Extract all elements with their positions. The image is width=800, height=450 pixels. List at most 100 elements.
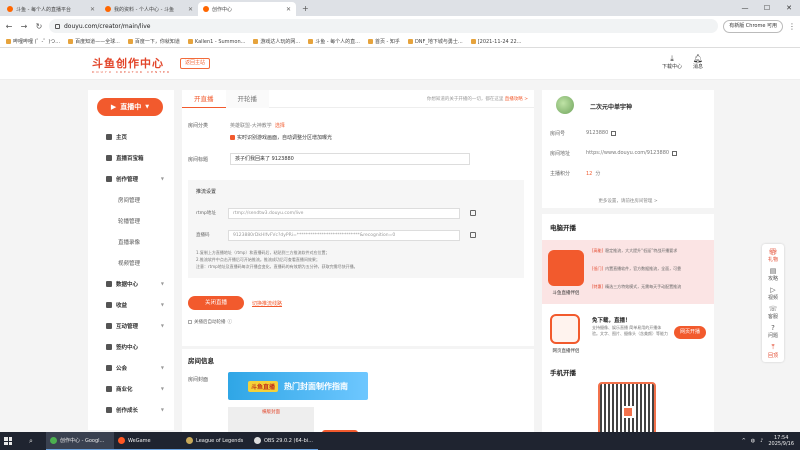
copy-stream-code-icon[interactable]: [470, 232, 476, 238]
bookmarks-bar: 哔哩哔哩 (゜-゜)つ... 百度知道——全球... 百度一下，你就知道 Kallen…: [0, 36, 800, 48]
browser-menu-icon[interactable]: ⋮: [788, 22, 796, 31]
creator-center-logo[interactable]: 斗鱼创作中心 DOUYU CREATOR CENTER: [92, 55, 171, 74]
chevron-down-icon: ▼: [160, 365, 164, 370]
window-controls: — ☐ ✕: [734, 0, 800, 16]
category-value: 英雄联盟-大神教学 选择: [230, 122, 285, 129]
sidebar-item[interactable]: 收益 ▼: [88, 294, 174, 315]
network-icon[interactable]: ◍: [751, 438, 755, 444]
sidebar-item[interactable]: 商业化 ▼: [88, 378, 174, 399]
more-settings-link[interactable]: 更多设置，请前往房间管理 >: [542, 198, 714, 204]
select-category-link[interactable]: 选择: [275, 123, 285, 129]
back-icon[interactable]: ←: [4, 22, 14, 31]
float-bar-label: 攻略: [767, 276, 778, 282]
back-to-main-site-button[interactable]: 返回主站: [180, 58, 211, 69]
live-guide-link[interactable]: 直播攻略 >: [505, 97, 528, 102]
bookmark-item[interactable]: [2021-11-24 22...: [470, 39, 521, 45]
sidebar-item[interactable]: 签约中心: [88, 336, 174, 357]
web-live-heading: 免下载，直播！: [592, 318, 631, 324]
sidebar-item[interactable]: 直播百宝箱: [88, 147, 174, 168]
sidebar-item[interactable]: 直播录像: [88, 231, 174, 252]
sidebar-item[interactable]: 公会 ▼: [88, 357, 174, 378]
maximize-icon[interactable]: ☐: [756, 0, 778, 16]
close-live-button[interactable]: 关闭直播: [188, 296, 244, 310]
sidebar-item[interactable]: 视频管理: [88, 252, 174, 273]
tab-title: 创作中心: [212, 6, 233, 13]
cover-guide-banner[interactable]: 斗鱼直播 热门封面制作指南: [228, 372, 368, 400]
tab-start-rotation[interactable]: 开轮播: [225, 89, 269, 108]
bookmark-item[interactable]: DNF_地下城与勇士...: [407, 38, 463, 45]
close-tab-icon[interactable]: ✕: [90, 6, 95, 13]
tab-start-live[interactable]: 开直播: [182, 90, 226, 108]
close-tab-icon[interactable]: ✕: [286, 6, 291, 13]
taskbar-chrome[interactable]: 创作中心 - Googl...: [46, 432, 114, 450]
browser-tab-creator[interactable]: 创作中心 ✕: [198, 2, 296, 16]
sidebar: ▶ 直播中 ▼ 主页 直播百宝箱 创作管理 ▼ 房间管理轮播管理 直播录像 视频管理 数据中心 ▼ 收…: [88, 90, 174, 430]
chevron-down-icon: ▼: [145, 104, 150, 110]
bookmark-item[interactable]: 百度一下，你就知道: [127, 38, 180, 45]
reload-icon[interactable]: ↻: [34, 22, 44, 31]
switch-line-link[interactable]: 切换推流线路: [252, 300, 282, 307]
new-tab-button[interactable]: +: [296, 2, 315, 16]
bookmark-item[interactable]: 哔哩哔哩 (゜-゜)つ...: [6, 38, 60, 45]
browser-tab-douyu[interactable]: 斗鱼 - 每个人的直播平台 ✕: [2, 2, 100, 16]
web-live-button[interactable]: 网页开播: [674, 326, 706, 339]
obs-icon: [254, 437, 261, 444]
bookmark-item[interactable]: 首页 - 知乎: [367, 38, 400, 45]
float-bar-item[interactable]: ☏ 客服: [762, 305, 784, 320]
clock[interactable]: 17:54 2025/9/16: [768, 435, 794, 447]
web-companion-name: 网页直播伴侣: [552, 349, 580, 354]
bookmark-item[interactable]: 百度知道——全球...: [68, 38, 120, 45]
taskbar-wegame[interactable]: WeGame: [114, 432, 182, 450]
auto-rotation-label: 关播后自动轮播: [194, 320, 226, 325]
sidebar-item-label: 房间管理: [118, 197, 141, 204]
horizontal-cover-slot[interactable]: 横版封面: [228, 407, 314, 432]
browser-tab-profile[interactable]: 我的资料 - 个人中心 - 斗鱼 ✕: [100, 2, 198, 16]
sidebar-item[interactable]: 轮播管理: [88, 210, 174, 231]
copy-room-no-icon[interactable]: [611, 130, 617, 136]
bookmark-item[interactable]: 斗鱼 - 每个人的直...: [308, 38, 360, 45]
taskbar-lol[interactable]: League of Legends: [182, 432, 250, 450]
start-button[interactable]: [0, 432, 16, 450]
float-bar-item[interactable]: ⤒ 回顶: [762, 343, 784, 359]
copy-room-url-icon[interactable]: [672, 150, 678, 156]
messages-button[interactable]: 🔔︎ 消息: [684, 54, 712, 70]
stream-code-field[interactable]: 9123880rDkHlfvFVc?dyPRi=****************…: [228, 230, 460, 241]
search-icon[interactable]: ⌕: [16, 432, 46, 450]
float-bar-icon: ▷: [770, 286, 776, 294]
sidebar-item[interactable]: 数据中心 ▼: [88, 273, 174, 294]
live-status-button[interactable]: ▶ 直播中 ▼: [97, 98, 163, 116]
room-title-input[interactable]: 孩子们我回来了 9123880: [230, 153, 470, 165]
feature-2: [低门] 内置直播软件，官方数据推流，全面，可靠: [592, 266, 681, 272]
download-center-button[interactable]: ⤓ 下载中心: [658, 54, 686, 70]
chrome-update-button[interactable]: 有新版 Chrome 可用: [723, 19, 783, 33]
realtime-detect-checkbox[interactable]: 实时识别游戏画面，自动调整分区增加曝光: [230, 134, 332, 141]
sidebar-item[interactable]: 房间管理: [88, 189, 174, 210]
sidebar-item[interactable]: 主页: [88, 126, 174, 147]
close-tab-icon[interactable]: ✕: [188, 6, 193, 13]
copy-rtmp-icon[interactable]: [470, 210, 476, 216]
sidebar-item[interactable]: 创作成长 ▼: [88, 399, 174, 420]
live-companion-section[interactable]: 斗鱼直播伴侣 [高能] 稳定推流，大大提升“低延”特战开播要求 [低门] 内置直播软…: [542, 240, 714, 304]
address-bar[interactable]: douyu.com/creator/main/live: [49, 19, 719, 33]
close-window-icon[interactable]: ✕: [778, 0, 800, 16]
bookmark-item[interactable]: 游戏达人玩的网...: [253, 38, 300, 45]
tray-arrow-icon[interactable]: ^: [742, 438, 746, 444]
floating-toolbar: 🎁︎ 礼物 ▤ 攻略 ▷ 视频 ☏ 客服 ? 问题 ⤒ 回顶: [762, 244, 784, 362]
help-icon[interactable]: ⓘ: [228, 319, 233, 325]
float-bar-item[interactable]: ▷ 视频: [762, 286, 784, 301]
bookmark-item[interactable]: Kallen1 - Summon...: [187, 39, 245, 45]
auto-rotation-checkbox[interactable]: 关播后自动轮播 ⓘ: [188, 319, 232, 325]
avatar[interactable]: [556, 96, 574, 114]
mobile-live-title: 手机开播: [550, 369, 576, 377]
float-bar-item[interactable]: 🎁︎ 礼物: [762, 248, 784, 263]
taskbar-obs[interactable]: OBS 29.0.2 (64-bi...: [250, 432, 318, 450]
forward-icon[interactable]: →: [19, 22, 29, 31]
sidebar-item[interactable]: 创作管理 ▼: [88, 168, 174, 189]
room-url-label: 房间地址: [550, 151, 571, 157]
rtmp-address-field[interactable]: rtmp://sendtw3.douyu.com/live: [228, 208, 460, 219]
sidebar-item[interactable]: 互动管理 ▼: [88, 315, 174, 336]
float-bar-item[interactable]: ▤ 攻略: [762, 267, 784, 282]
volume-icon[interactable]: ♪: [760, 438, 763, 444]
minimize-icon[interactable]: —: [734, 0, 756, 16]
float-bar-item[interactable]: ? 问题: [762, 324, 784, 339]
